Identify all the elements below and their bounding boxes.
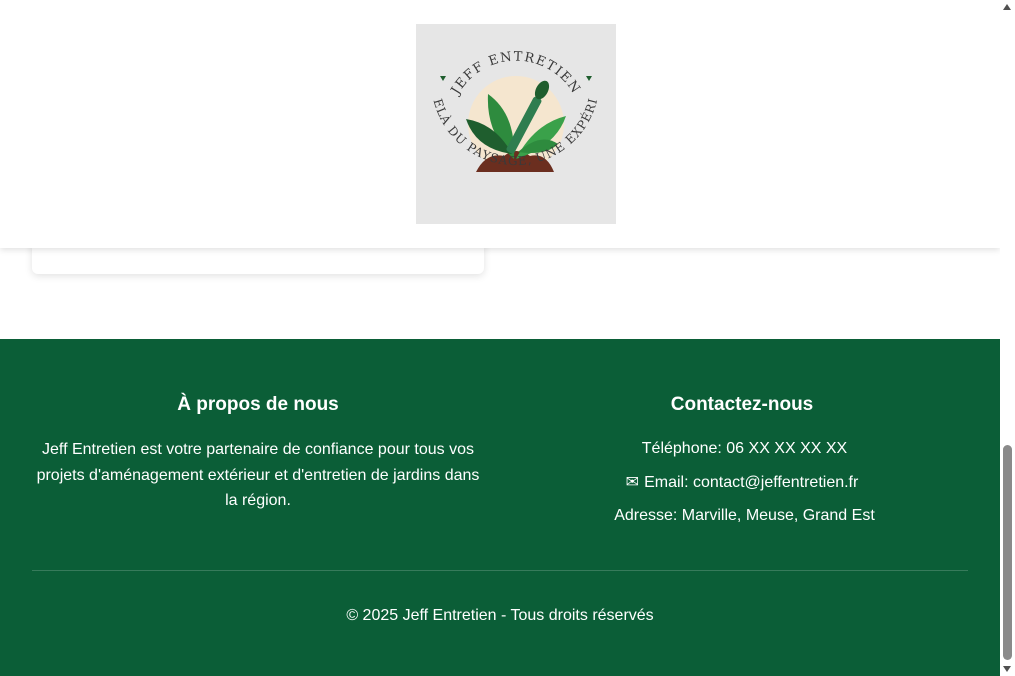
contact-address: Adresse: Marville, Meuse, Grand Est: [516, 506, 968, 540]
envelope-icon: ✉: [625, 473, 640, 491]
copyright-text: © 2025 Jeff Entretien - Tous droits rése…: [346, 607, 654, 624]
logo-graphic: JEFF ENTRETIEN AU DELÀ DU PAYSAGE, UNE E…: [416, 24, 616, 224]
scroll-down-arrow-icon[interactable]: [1003, 666, 1011, 672]
address-text: Adresse: Marville, Meuse, Grand Est: [614, 507, 875, 524]
contact-email[interactable]: ✉ Email: contact@jeffentretien.fr: [516, 473, 968, 507]
about-text: Jeff Entretien est votre partenaire de c…: [36, 441, 480, 509]
vertical-scrollbar[interactable]: [1000, 0, 1015, 676]
scroll-up-arrow-icon[interactable]: [1003, 4, 1011, 10]
site-header: JEFF ENTRETIEN AU DELÀ DU PAYSAGE, UNE E…: [0, 0, 1000, 248]
page: JEFF ENTRETIEN AU DELÀ DU PAYSAGE, UNE E…: [0, 0, 1000, 676]
jeff-entretien-logo[interactable]: JEFF ENTRETIEN AU DELÀ DU PAYSAGE, UNE E…: [416, 24, 616, 224]
contact-list: Téléphone: 06 XX XX XX XX ✉ Email: contac…: [516, 439, 968, 540]
about-title: À propos de nous: [177, 394, 339, 415]
site-footer: À propos de nous Jeff Entretien est votr…: [0, 339, 1000, 676]
email-text: Email: contact@jeffentretien.fr: [644, 473, 859, 491]
contact-phone[interactable]: Téléphone: 06 XX XX XX XX: [516, 439, 968, 473]
contact-title: Contactez-nous: [670, 394, 814, 415]
scrollbar-thumb[interactable]: [1003, 445, 1012, 660]
phone-text: Téléphone: 06 XX XX XX XX: [641, 440, 848, 457]
footer-divider: [32, 570, 968, 571]
